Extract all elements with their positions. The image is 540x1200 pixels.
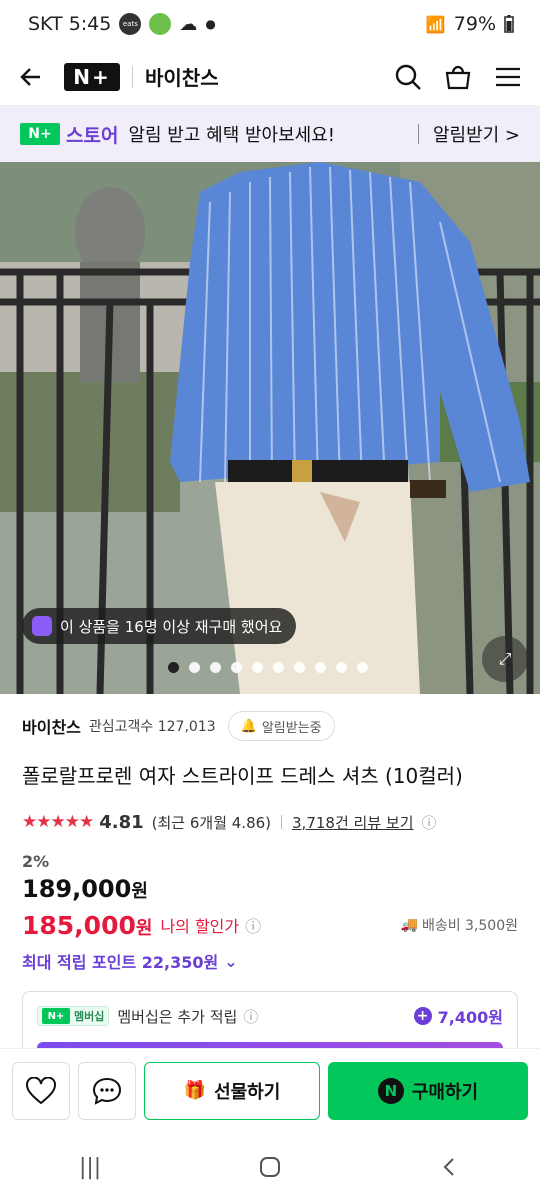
carousel-dot[interactable] — [273, 662, 284, 673]
product-image-carousel[interactable]: 이 상품을 16명 이상 재구매 했어요 ⤢ — [0, 162, 540, 694]
wishlist-button[interactable] — [12, 1061, 70, 1120]
won-unit: 원 — [131, 881, 148, 902]
star-rating-icon: ★★★★★ — [22, 812, 94, 832]
shipping-fee-text: 배송비 3,500원 — [421, 918, 518, 934]
carousel-dot[interactable] — [336, 662, 347, 673]
info-icon[interactable]: ⓘ — [243, 1006, 258, 1027]
seller-row: 바이찬스 관심고객수 127,013 🔔 알림받는중 — [22, 694, 518, 758]
back-arrow-icon[interactable] — [18, 64, 44, 90]
carousel-dot[interactable] — [252, 662, 263, 673]
info-icon[interactable]: ⓘ — [245, 913, 261, 937]
gift-button[interactable]: 🎁 선물하기 — [144, 1061, 320, 1120]
coupang-eats-icon: eats — [119, 13, 142, 35]
rating-divider — [281, 815, 283, 829]
original-price-value: 189,000 — [22, 875, 132, 903]
app-icon — [149, 13, 172, 35]
info-icon[interactable]: ⓘ — [422, 812, 437, 833]
cart-icon[interactable] — [444, 63, 472, 91]
recent-rating: (최근 6개월 4.86) — [151, 813, 272, 832]
membership-points-value: 7,400원 — [437, 1008, 503, 1027]
buy-button-label: 구매하기 — [411, 1081, 479, 1103]
product-title: 폴로랄프로렌 여자 스트라이프 드레스 셔츠 (10컬러) — [22, 764, 463, 788]
naver-plus-logo[interactable]: N+ — [64, 62, 120, 91]
repurchase-badge: 이 상품을 16명 이상 재구매 했어요 — [22, 608, 297, 644]
top-header: N+ 바이찬스 — [0, 48, 540, 106]
buy-button[interactable]: N 구매하기 — [327, 1061, 528, 1120]
alert-banner[interactable]: N+ 스토어 알림 받고 혜택 받아보세요! 알림받기 > — [0, 106, 540, 162]
sale-price: 185,000원 — [22, 911, 152, 940]
review-link[interactable]: 3,718건 리뷰 보기 — [292, 812, 413, 833]
back-icon[interactable] — [439, 1156, 461, 1178]
cloud-icon: ☁ — [179, 13, 198, 35]
naver-plus-badge: N+ — [42, 1008, 70, 1024]
max-points-text: 최대 적립 포인트 22,350원 — [22, 953, 219, 972]
bell-icon: 🔔 — [240, 718, 257, 734]
rating-score: 4.81 — [99, 811, 144, 833]
original-price: 189,000원 — [22, 875, 518, 903]
repurchase-text: 이 상품을 16명 이상 재구매 했어요 — [60, 617, 283, 636]
carousel-dot[interactable] — [189, 662, 200, 673]
membership-badge-label: 멤버십 — [74, 1010, 105, 1023]
seller-name[interactable]: 바이찬스 — [22, 714, 81, 738]
sale-row: 185,000원 나의 할인가 ⓘ 🚚 배송비 3,500원 — [22, 907, 518, 943]
wifi-icon: 📶 — [425, 14, 446, 34]
membership-badge: N+ 멤버십 — [37, 1006, 110, 1026]
carousel-dot[interactable] — [357, 662, 368, 673]
notify-button-label: 알림받는중 — [261, 720, 322, 736]
status-time: SKT 5:45 — [28, 13, 112, 35]
banner-text: 알림 받고 혜택 받아보세요! — [128, 125, 335, 146]
shipping-fee: 🚚 배송비 3,500원 — [401, 915, 519, 935]
membership-points: +7,400원 — [413, 1004, 503, 1028]
naver-pay-icon: N — [377, 1077, 404, 1104]
discount-rate: 2% — [22, 852, 50, 871]
carousel-dots — [168, 662, 368, 673]
battery-icon — [504, 15, 514, 33]
menu-icon[interactable] — [494, 63, 522, 91]
sale-price-value: 185,000 — [22, 910, 136, 940]
notify-link[interactable]: 알림받기 > — [433, 121, 520, 147]
rating-row: ★★★★★ 4.81 (최근 6개월 4.86) 3,718건 리뷰 보기 ⓘ — [22, 804, 518, 840]
shop-name[interactable]: 바이찬스 — [145, 62, 219, 91]
follower-count: 관심고객수 127,013 — [88, 719, 216, 735]
recent-apps-icon[interactable]: ||| — [79, 1155, 101, 1180]
my-discount-label: 나의 할인가 — [160, 917, 240, 936]
status-bar: SKT 5:45 eats ☁ ● 📶 79% — [0, 0, 540, 48]
chat-icon — [92, 1077, 122, 1105]
won-unit: 원 — [135, 917, 153, 939]
carousel-dot[interactable] — [168, 662, 179, 673]
max-points[interactable]: 최대 적립 포인트 22,350원 ⌄ — [22, 949, 518, 973]
expand-icon[interactable]: ⤢ — [482, 636, 528, 682]
carousel-dot[interactable] — [210, 662, 221, 673]
home-icon[interactable] — [259, 1156, 281, 1178]
android-nav-bar: ||| — [0, 1134, 540, 1200]
heart-icon — [26, 1076, 56, 1104]
plus-icon: + — [413, 1007, 432, 1025]
membership-text: 멤버십은 추가 적립 — [117, 1007, 238, 1026]
banner-divider — [417, 124, 419, 144]
dot-icon: ● — [205, 17, 216, 31]
gift-icon: 🎁 — [183, 1080, 207, 1101]
carousel-dot[interactable] — [294, 662, 305, 673]
chat-button[interactable] — [78, 1061, 136, 1120]
search-icon[interactable] — [394, 63, 422, 91]
naver-plus-badge: N+ — [20, 123, 60, 145]
bag-icon — [32, 616, 52, 636]
battery-percent: 79% — [453, 13, 496, 35]
store-label: 스토어 — [66, 124, 119, 147]
chevron-down-icon: ⌄ — [224, 951, 238, 971]
carousel-dot[interactable] — [315, 662, 326, 673]
carousel-dot[interactable] — [231, 662, 242, 673]
gift-button-label: 선물하기 — [214, 1081, 281, 1103]
product-info: 바이찬스 관심고객수 127,013 🔔 알림받는중 폴로랄프로렌 여자 스트라이… — [0, 694, 540, 1069]
header-divider — [132, 65, 133, 88]
notify-button[interactable]: 🔔 알림받는중 — [227, 711, 335, 741]
bottom-action-bar: 🎁 선물하기 N 구매하기 — [0, 1048, 540, 1132]
truck-icon: 🚚 — [400, 917, 418, 933]
